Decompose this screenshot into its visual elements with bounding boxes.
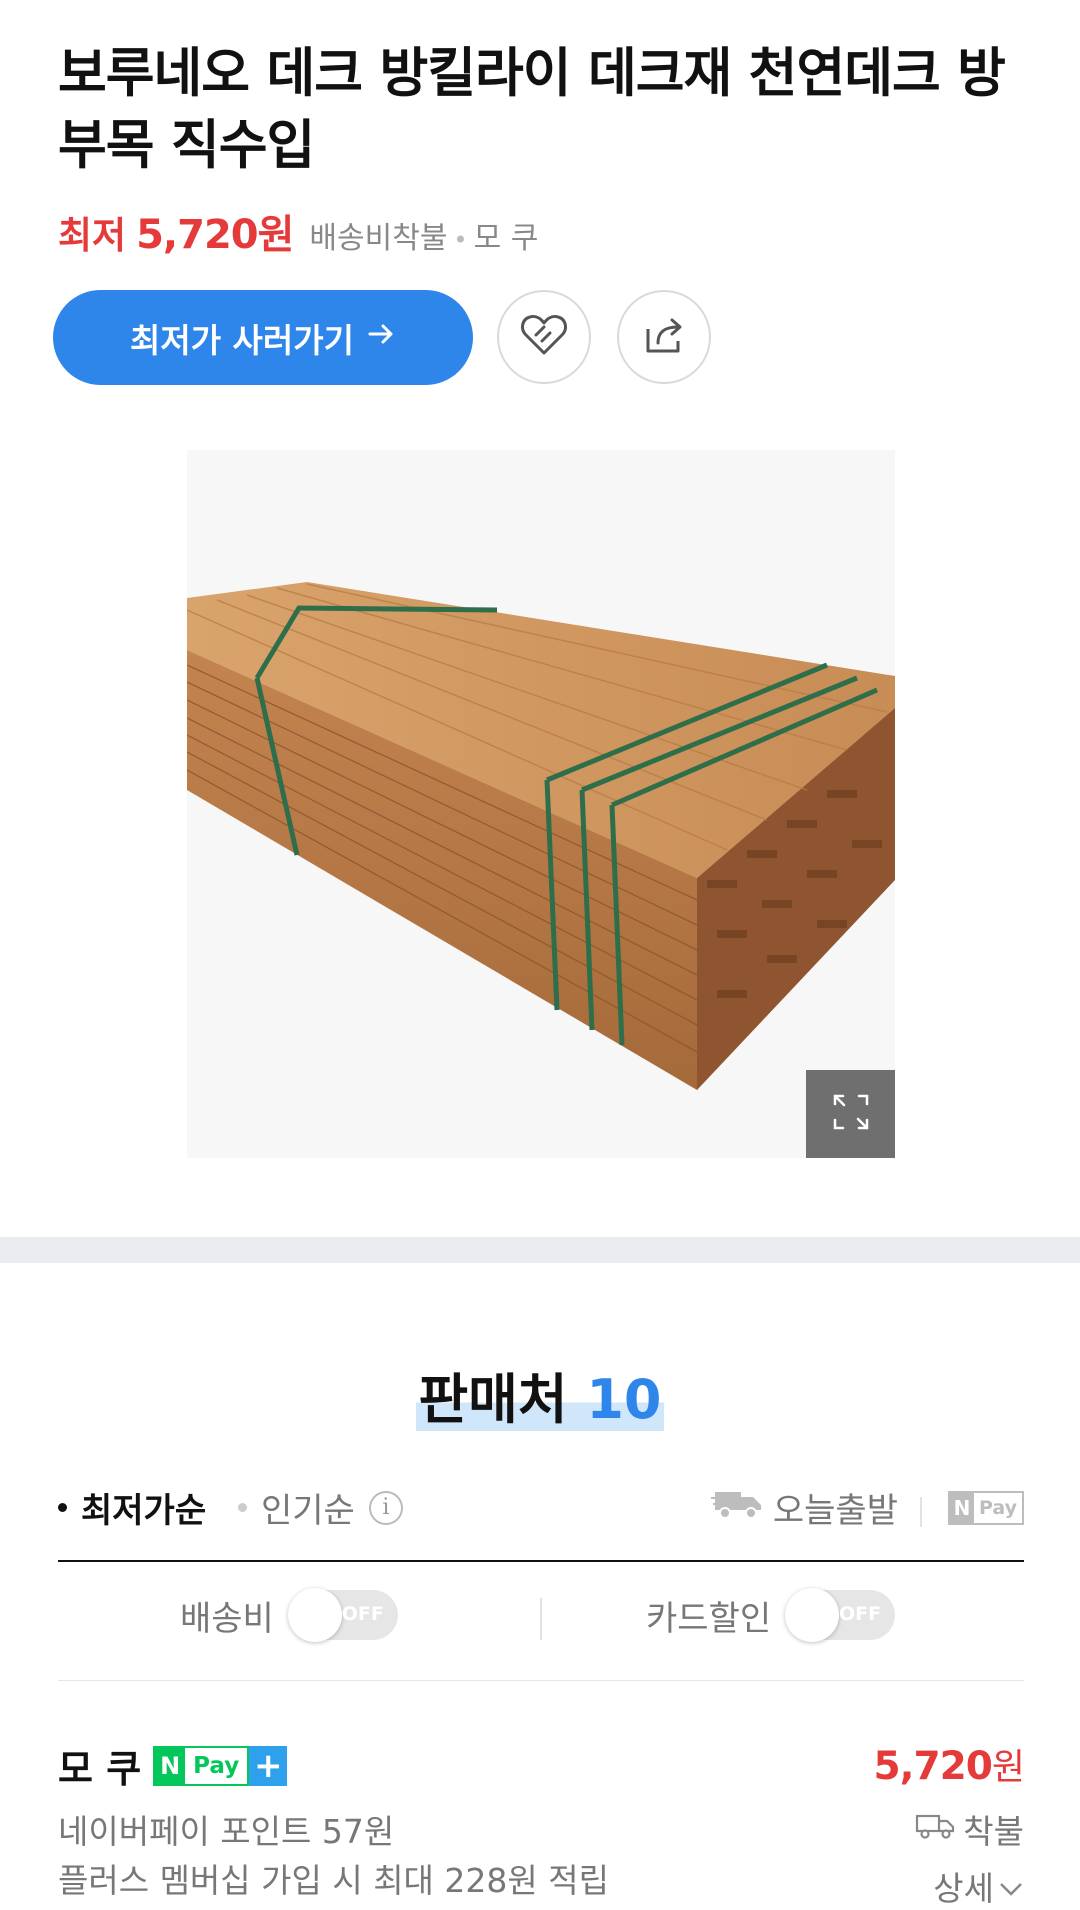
sort-bullet <box>58 1503 67 1512</box>
membership-point-text: 플러스 멤버십 가입 시 최대 228원 적립 <box>58 1861 609 1900</box>
seller-price[interactable]: 5,720원 <box>873 1738 1026 1790</box>
toggle-state: OFF <box>341 1603 384 1625</box>
sort-lowest-price[interactable]: 최저가순 <box>58 1483 206 1532</box>
lowest-price: 5,720원 <box>136 212 294 258</box>
info-icon[interactable]: i <box>368 1490 403 1525</box>
arrow-right-icon <box>366 318 396 357</box>
npay-point-text: 네이버페이 포인트 57원 <box>58 1812 395 1851</box>
npay-n-logo: N <box>155 1747 186 1784</box>
lowest-price-label: 최저 <box>58 214 127 257</box>
filter-label: 배송비 <box>180 1598 274 1639</box>
toggle-knob <box>785 1588 840 1642</box>
product-title: 보루네오 데크 방킬라이 데크재 천연데크 방부목 직수입 <box>58 43 1006 176</box>
seller-shipping-label: 착불 <box>963 1812 1024 1851</box>
seller-detail-toggle[interactable]: 상세 <box>933 1862 1024 1910</box>
sort-popular[interactable]: 인기순 i <box>238 1483 403 1532</box>
delivery-truck-icon <box>915 1810 955 1849</box>
seller-price-unit: 원 <box>991 1747 1025 1788</box>
heart-icon <box>520 313 568 361</box>
wishlist-button[interactable] <box>497 290 591 384</box>
today-ship-label: 오늘출발 <box>772 1491 898 1531</box>
truck-icon <box>710 1486 765 1529</box>
card-discount-filter: 카드할인 OFF <box>646 1588 896 1642</box>
shipping-fee-filter: 배송비 OFF <box>180 1588 398 1642</box>
share-button[interactable] <box>617 290 711 384</box>
npay-plus-icon: + <box>249 1745 288 1786</box>
npay-pay-text: Pay <box>185 1747 248 1784</box>
filter-toggles: 배송비 OFF 카드할인 OFF <box>58 1588 1024 1650</box>
sellers-count: 10 <box>586 1368 662 1431</box>
toggle-state: OFF <box>839 1603 882 1625</box>
filter-label: 카드할인 <box>646 1598 772 1639</box>
share-icon <box>640 313 688 361</box>
npay-pay-text: Pay <box>978 1497 1018 1519</box>
price-row: 최저 5,720원 배송비착불 • 모 쿠 <box>58 202 538 262</box>
npay-n-logo: N <box>950 1493 974 1523</box>
sort-label: 최저가순 <box>81 1491 207 1531</box>
detail-label: 상세 <box>933 1869 994 1908</box>
seller-shipping: 착불 <box>915 1805 1024 1853</box>
seller-price-value: 5,720 <box>873 1744 993 1789</box>
filter-divider <box>920 1497 922 1527</box>
expand-icon <box>831 1092 871 1136</box>
sort-bullet <box>238 1503 247 1512</box>
toggle-knob <box>287 1588 342 1642</box>
shipping-fee-toggle[interactable]: OFF <box>287 1588 398 1642</box>
today-ship-filter[interactable]: 오늘출발 <box>710 1483 898 1532</box>
chevron-down-icon <box>998 1867 1024 1906</box>
sort-bar-underline <box>58 1560 1024 1562</box>
sort-bar: 최저가순 인기순 i 오늘출발 N Pay <box>58 1483 1024 1543</box>
sellers-heading-highlight: 판매처 10 <box>416 1368 664 1431</box>
toggle-divider <box>540 1598 542 1640</box>
shipping-info: 배송비착불 <box>309 221 448 256</box>
sellers-title: 판매처 <box>418 1368 568 1431</box>
sort-label: 인기순 <box>261 1491 355 1531</box>
section-divider <box>0 1237 1080 1263</box>
lowest-seller-name[interactable]: 모 쿠 <box>474 213 539 257</box>
npay-filter[interactable]: N Pay <box>948 1491 1024 1525</box>
card-discount-toggle[interactable]: OFF <box>785 1588 896 1642</box>
buy-button-label: 최저가 사러가기 <box>129 320 354 360</box>
seller-row-name[interactable]: 모 쿠 N Pay + <box>58 1738 288 1793</box>
sellers-heading: 판매처 10 <box>0 1355 1080 1434</box>
product-image[interactable] <box>187 450 895 1158</box>
npay-badge: N Pay <box>153 1745 250 1786</box>
expand-image-button[interactable] <box>806 1070 895 1158</box>
buy-lowest-price-button[interactable]: 최저가 사러가기 <box>53 290 473 385</box>
list-top-divider <box>58 1680 1024 1681</box>
seller-name: 모 쿠 <box>58 1747 142 1791</box>
separator-dot: • <box>453 226 468 254</box>
